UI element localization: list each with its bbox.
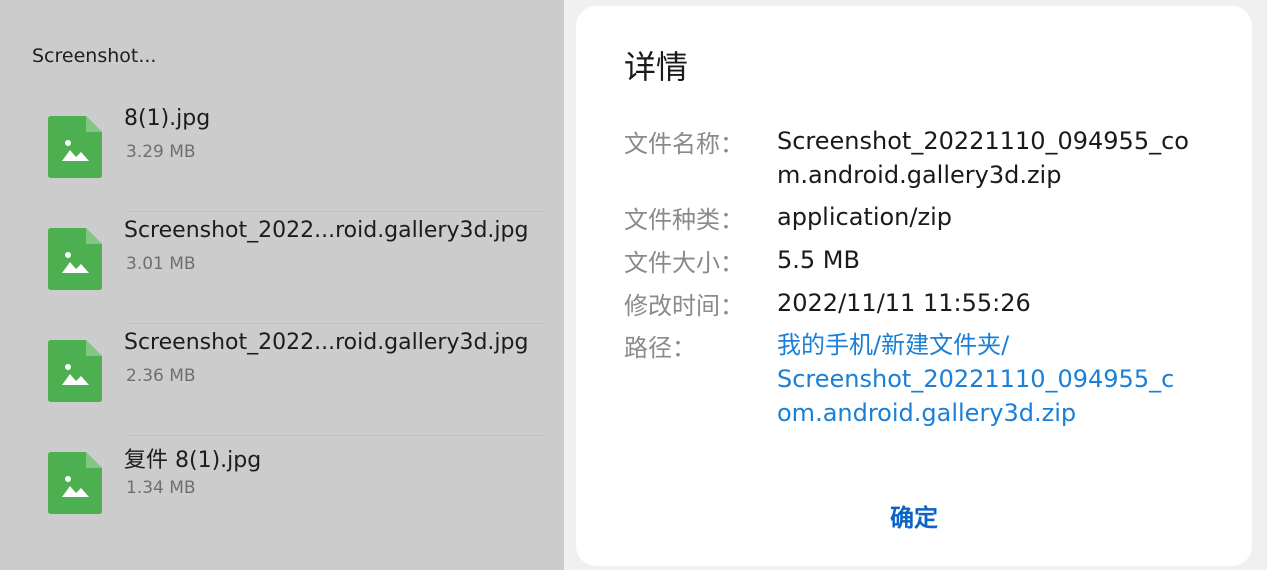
file-size: 3.01 MB [126, 254, 196, 274]
path-line: 我的手机/新建文件夹/ [777, 331, 1010, 359]
list-item[interactable]: 8(1).jpg 3.29 MB [0, 100, 564, 212]
image-file-icon [48, 116, 102, 178]
detail-value-type: application/zip [777, 203, 952, 231]
detail-label: 修改时间： [624, 292, 744, 320]
detail-label: 路径： [624, 334, 696, 362]
image-file-icon [48, 452, 102, 514]
path-line: Screenshot_20221110_094955_c [777, 365, 1175, 393]
folder-label: Screenshot... [32, 45, 157, 67]
screen: Screenshot... 8(1).jpg 3.29 MB Screensho… [0, 0, 1267, 570]
image-file-icon [48, 228, 102, 290]
detail-label: 文件种类： [624, 206, 744, 234]
file-size: 3.29 MB [126, 142, 196, 162]
file-name: 复件 8(1).jpg [124, 448, 262, 473]
detail-value-modified: 2022/11/11 11:55:26 [777, 289, 1031, 317]
detail-value-size: 5.5 MB [777, 246, 860, 274]
list-item[interactable]: Screenshot_2022...roid.gallery3d.jpg 3.0… [0, 212, 564, 324]
detail-label: 文件大小： [624, 249, 744, 277]
file-name: 8(1).jpg [124, 106, 211, 131]
list-item[interactable]: Screenshot_2022...roid.gallery3d.jpg 2.3… [0, 324, 564, 436]
list-item[interactable]: 复件 8(1).jpg 1.34 MB [0, 436, 564, 548]
file-list-panel: Screenshot... 8(1).jpg 3.29 MB Screensho… [0, 0, 564, 570]
detail-label: 文件名称： [624, 130, 744, 158]
path-line: om.android.gallery3d.zip [777, 399, 1077, 427]
detail-value-path-link[interactable]: 我的手机/新建文件夹/ Screenshot_20221110_094955_c… [777, 328, 1217, 430]
details-dialog: 详情 文件名称： Screenshot_20221110_094955_com.… [576, 6, 1252, 566]
file-size: 2.36 MB [126, 366, 196, 386]
image-file-icon [48, 340, 102, 402]
file-name: Screenshot_2022...roid.gallery3d.jpg [124, 330, 529, 355]
confirm-button[interactable]: 确定 [576, 498, 1252, 533]
detail-value-filename: Screenshot_20221110_094955_com.android.g… [777, 127, 1189, 189]
dialog-title: 详情 [624, 48, 689, 86]
file-name: Screenshot_2022...roid.gallery3d.jpg [124, 218, 529, 243]
file-size: 1.34 MB [126, 478, 196, 498]
